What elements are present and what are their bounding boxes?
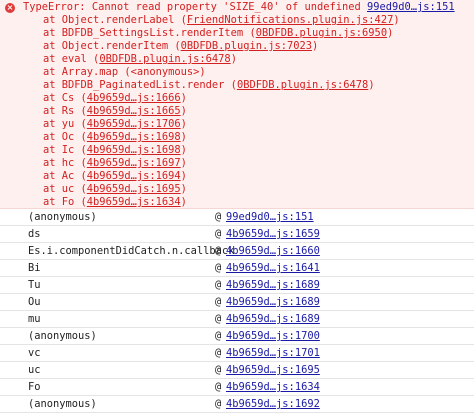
at-symbol: @ [215,347,222,359]
frame-location-link[interactable]: 4b9659d…js:1665 [87,105,181,117]
at-symbol: @ [215,262,222,274]
stack-row: Tu @4b9659d…js:1689 [0,277,474,294]
stack-function-name: Ou [28,296,41,308]
stack-location-link[interactable]: 4b9659d…js:1634 [226,380,320,394]
stack-location-link[interactable]: 4b9659d…js:1689 [226,295,320,309]
at-symbol: @ [215,398,222,410]
stack-function-name: mu [28,313,41,325]
stack-row: (anonymous) @4b9659d…js:1692 [0,396,474,413]
frame-location-link[interactable]: 4b9659d…js:1698 [87,144,181,156]
at-symbol: @ [215,279,222,291]
frame-location-link[interactable]: 4b9659d…js:1694 [87,170,181,182]
stack-frame: at Cs (4b9659d…js:1666) [43,92,187,104]
stack-location-link[interactable]: 4b9659d…js:1689 [226,278,320,292]
stack-function-name: Bi [28,262,41,274]
stack-frame: at Ic (4b9659d…js:1698) [43,144,187,156]
stack-function-name: Tu [28,279,41,291]
stack-location-link[interactable]: 4b9659d…js:1659 [226,227,320,241]
frame-location-link[interactable]: 4b9659d…js:1698 [87,131,181,143]
stack-row: vc @4b9659d…js:1701 [0,345,474,362]
frame-location-link[interactable]: 4b9659d…js:1706 [87,118,181,130]
stack-frame: at Fo (4b9659d…js:1634) [43,196,187,208]
stack-frame: at BDFDB_PaginatedList.render (0BDFDB.pl… [43,79,375,91]
error-message-block: × TypeError: Cannot read property 'SIZE_… [0,0,474,209]
stack-frame: at hc (4b9659d…js:1697) [43,157,187,169]
frame-location-link[interactable]: 0BDFDB.plugin.js:6478 [99,53,230,65]
frame-location-link[interactable]: 0BDFDB.plugin.js:6478 [237,79,368,91]
stack-location-link[interactable]: 4b9659d…js:1660 [226,244,320,258]
at-symbol: @ [215,245,222,257]
stack-frame: at BDFDB_SettingsList.renderItem (0BDFDB… [43,27,394,39]
stack-row: Fo @4b9659d…js:1634 [0,379,474,396]
stack-function-name: uc [28,364,41,376]
stack-location-link[interactable]: 4b9659d…js:1695 [226,363,320,377]
stack-row: (anonymous) @4b9659d…js:1700 [0,328,474,345]
stack-frame: at Oc (4b9659d…js:1698) [43,131,187,143]
stack-function-name: Es.i.componentDidCatch.n.callback [28,245,235,257]
error-source-link[interactable]: 99ed9d0…js:151 [367,1,455,14]
at-symbol: @ [215,330,222,342]
frame-location-link[interactable]: 4b9659d…js:1695 [87,183,181,195]
frame-location-link[interactable]: 4b9659d…js:1697 [87,157,181,169]
stack-frame: at eval (0BDFDB.plugin.js:6478) [43,53,237,65]
at-symbol: @ [215,228,222,240]
stack-function-name: vc [28,347,41,359]
stack-function-name: Fo [28,381,41,393]
at-symbol: @ [215,296,222,308]
stack-frame: at Array.map (<anonymous>) [43,66,206,78]
error-message: TypeError: Cannot read property 'SIZE_40… [23,1,361,13]
frame-location-link[interactable]: 0BDFDB.plugin.js:7023 [181,40,312,52]
stack-frame: at Object.renderLabel (FriendNotificatio… [43,14,400,26]
stack-row: mu @4b9659d…js:1689 [0,311,474,328]
stack-frame: at Object.renderItem (0BDFDB.plugin.js:7… [43,40,319,52]
stack-function-name: (anonymous) [28,330,97,342]
stack-frame: at Ac (4b9659d…js:1694) [43,170,187,182]
frame-location-link[interactable]: 0BDFDB.plugin.js:6950 [256,27,387,39]
stack-frame: at uc (4b9659d…js:1695) [43,183,187,195]
stack-row: Es.i.componentDidCatch.n.callback @4b9659… [0,243,474,260]
frame-location-link[interactable]: 4b9659d…js:1634 [87,196,181,208]
stack-frame: at yu (4b9659d…js:1706) [43,118,187,130]
stack-function-name: ds [28,228,41,240]
at-symbol: @ [215,211,222,223]
stack-location-link[interactable]: 99ed9d0…js:151 [226,210,314,224]
stack-row: uc @4b9659d…js:1695 [0,362,474,379]
frame-location-link[interactable]: FriendNotifications.plugin.js:427 [187,14,393,26]
at-symbol: @ [215,381,222,393]
error-icon: × [5,3,15,13]
stack-row: Ou @4b9659d…js:1689 [0,294,474,311]
stack-location-link[interactable]: 4b9659d…js:1700 [226,329,320,343]
frame-location-link[interactable]: 4b9659d…js:1666 [87,92,181,104]
stack-row: ds @4b9659d…js:1659 [0,226,474,243]
at-symbol: @ [215,313,222,325]
stack-function-name: (anonymous) [28,398,97,410]
stack-location-link[interactable]: 4b9659d…js:1689 [226,312,320,326]
stack-location-link[interactable]: 4b9659d…js:1641 [226,261,320,275]
stack-location-link[interactable]: 4b9659d…js:1692 [226,397,320,411]
stack-function-name: (anonymous) [28,211,97,223]
stack-row: (anonymous) @99ed9d0…js:151 [0,209,474,226]
stack-location-link[interactable]: 4b9659d…js:1701 [226,346,320,360]
at-symbol: @ [215,364,222,376]
stack-row: Bi @4b9659d…js:1641 [0,260,474,277]
stack-frame: at Rs (4b9659d…js:1665) [43,105,187,117]
